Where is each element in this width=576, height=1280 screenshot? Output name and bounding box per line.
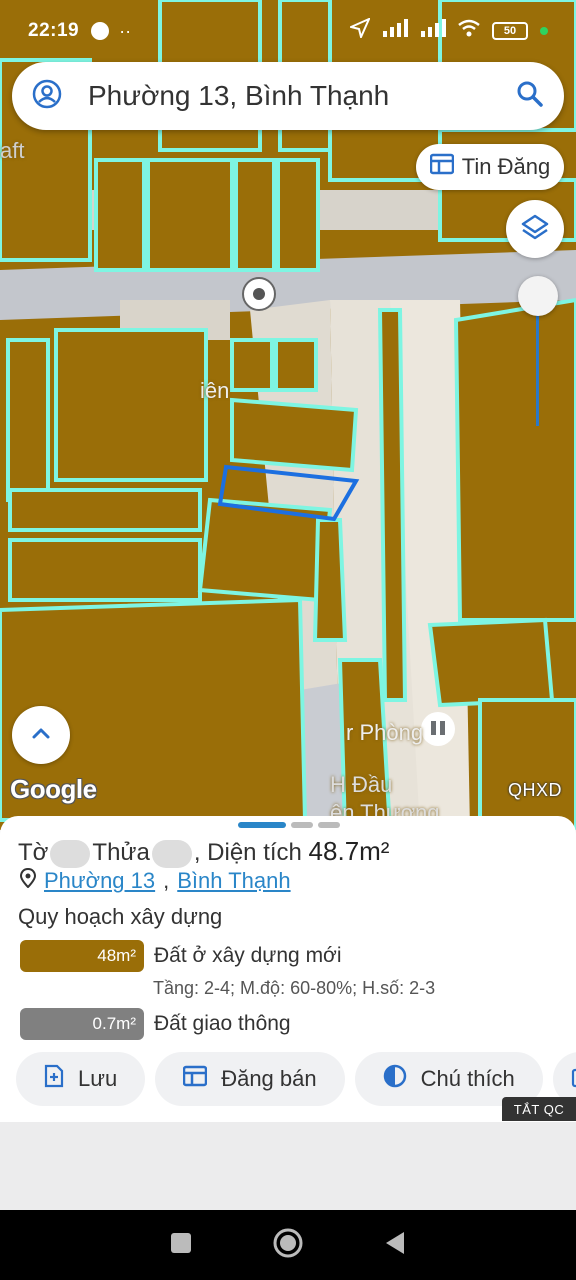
add-file-icon [44,1064,64,1094]
action-row: Lưu Đăng bán Chú thích [16,1052,576,1106]
planning-heading: Quy hoạch xây dựng [18,904,223,929]
sheet-number-redacted [50,839,91,868]
screen: aft iên r Phòng H Đầu ên Thượng Google Q… [0,0,576,1280]
zone-row[interactable]: 48m² Đất ở xây dựng mới [20,940,342,972]
sheet-page-indicator-active [238,822,286,828]
google-logo: Google [10,774,97,804]
home-button[interactable] [273,1228,303,1263]
legend-label: Chú thích [420,1066,515,1091]
close-ad-button[interactable]: TẮT QC [502,1097,576,1121]
post-sale-label: Đăng bán [221,1066,317,1091]
parcel-area-value: 48.7m² [308,836,390,866]
location-row: Phường 13, Bình Thạnh [19,867,291,894]
listing-icon [182,1065,208,1093]
location-pin-icon [19,867,37,894]
tin-dang-button[interactable]: Tin Đăng [416,144,564,190]
map-label-poi-right: r Phòng [346,720,424,745]
search-icon[interactable] [516,80,544,113]
sheet-handle[interactable] [238,822,340,828]
add-photo-icon [571,1064,576,1094]
back-button[interactable] [384,1231,406,1260]
area-label: , Diện tích [193,839,302,866]
zone-area-badge: 48m² [20,940,144,972]
location-arrow-icon [347,17,371,44]
sheet-number-label: Tờ [18,839,49,866]
search-bar[interactable]: Phường 13, Bình Thạnh [12,62,564,130]
status-time: 22:19 [28,20,80,41]
signal-icon [382,19,408,43]
more-notifications-icon: ·· [119,20,132,41]
wifi-icon [458,19,480,43]
zone-name: Đất ở xây dựng mới [154,944,342,967]
battery-icon: 50 [492,22,528,40]
save-button[interactable]: Lưu [16,1052,146,1106]
parcel-info-sheet[interactable]: Tờ Thửa , Diện tích 48.7m² Phường 13, Bình… [0,816,576,1122]
ward-link[interactable]: Phường 13 [44,868,155,894]
sheet-page-indicator [291,822,313,828]
sheet-page-indicator [318,822,340,828]
plot-number-redacted [151,839,192,868]
privacy-indicator-icon [540,27,548,35]
district-link[interactable]: Bình Thạnh [177,868,290,894]
zone-detail: Tầng: 2-4; M.độ: 60-80%; H.số: 2-3 [153,978,436,998]
chevron-up-icon [31,726,51,745]
account-icon[interactable] [32,79,62,114]
zone-name: Đất giao thông [154,1012,291,1035]
ad-banner[interactable] [0,1122,576,1210]
map-label-top-left: aft [0,138,25,163]
system-nav-bar [0,1210,576,1280]
slider-thumb[interactable] [518,276,558,316]
map-label-poi: iên [200,378,230,403]
contrast-icon [383,1064,407,1094]
expand-sheet-button[interactable] [12,706,70,764]
plot-number-label: Thửa [92,839,150,866]
status-bar: 22:19 ·· 50 [0,0,576,62]
parcel-title: Tờ Thửa , Diện tích 48.7m² [18,836,389,868]
tin-dang-label: Tin Đăng [461,154,551,179]
save-label: Lưu [78,1066,118,1091]
post-sale-button[interactable]: Đăng bán [155,1052,345,1106]
layer-code-label: QHXD [508,780,563,800]
search-input[interactable]: Phường 13, Bình Thạnh [88,80,516,112]
zone-area-badge: 0.7m² [20,1008,144,1040]
messenger-icon [91,22,110,40]
recent-apps-button[interactable] [170,1232,192,1259]
layers-button[interactable] [506,200,564,258]
listing-icon [429,153,455,181]
signal-icon-2 [420,19,446,43]
opacity-slider[interactable] [518,276,558,436]
map-label-street-a: H Đầu [330,772,393,797]
layers-icon [521,213,549,246]
battery-level: 50 [503,25,517,37]
zone-row[interactable]: 0.7m² Đất giao thông [20,1008,291,1040]
